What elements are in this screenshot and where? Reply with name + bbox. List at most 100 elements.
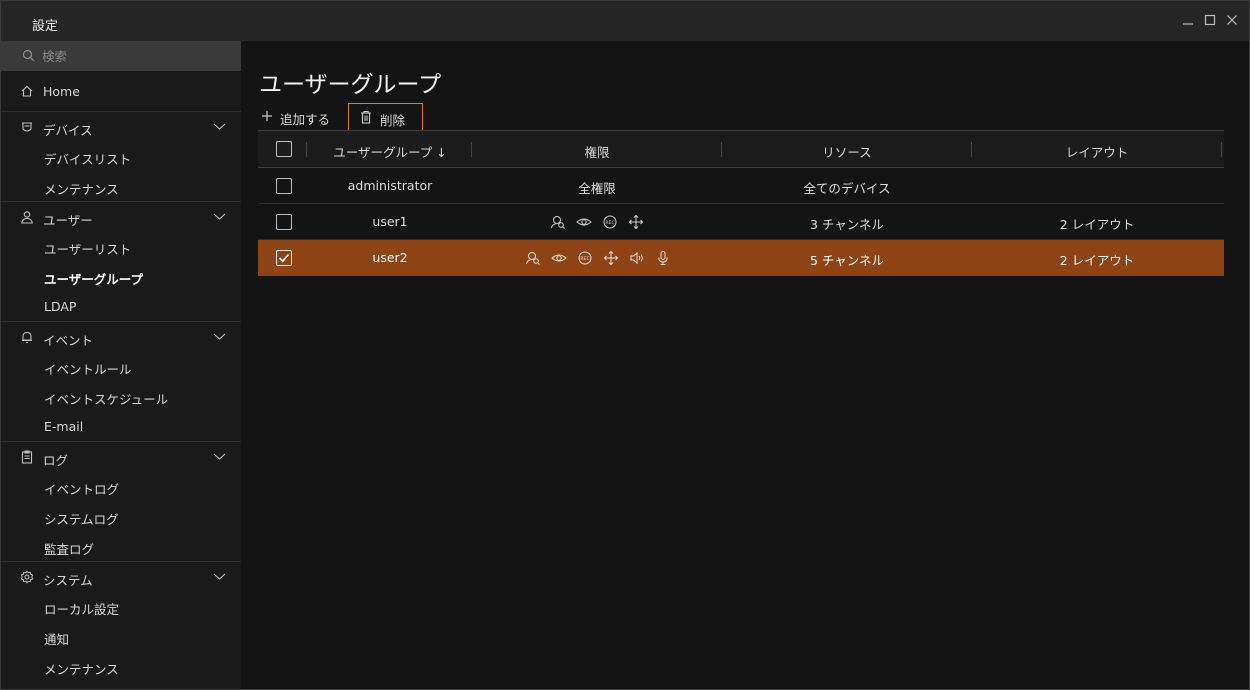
sidebar-item-system-maintenance[interactable]: メンテナンス [1, 651, 241, 681]
microphone-icon [655, 250, 671, 266]
cell-group: administrator [347, 178, 433, 193]
sidebar-section-system[interactable]: システム [1, 561, 241, 591]
column-header-resource[interactable]: リソース [722, 142, 972, 161]
column-divider [306, 142, 307, 157]
eye-icon [576, 214, 592, 230]
column-header-group[interactable]: ユーザーグループ ↓ [314, 142, 466, 161]
sidebar-item-label: Home [43, 84, 80, 99]
sidebar-item-local-settings[interactable]: ローカル設定 [1, 591, 241, 621]
sidebar-section-event[interactable]: イベント [1, 321, 241, 351]
sidebar-section-label: ログ [43, 453, 69, 468]
cell-permission: 全権限 [578, 181, 616, 196]
add-button[interactable]: 追加する [258, 103, 338, 131]
sidebar-section-device[interactable]: デバイス [1, 111, 241, 141]
search-icon [22, 49, 35, 62]
cell-resource: 5 チャンネル [809, 253, 885, 268]
sidebar-item-user-list[interactable]: ユーザーリスト [1, 231, 241, 261]
main-content: ユーザーグループ 追加する 削除 ユーザーグループ ↓ 権限 リソース レイアウ… [242, 41, 1249, 689]
sidebar-item-device-maintenance[interactable]: メンテナンス [1, 171, 241, 201]
cell-group: user2 [372, 250, 408, 265]
eye-icon [551, 250, 567, 266]
sidebar-item-label: ユーザーリスト [44, 242, 132, 257]
sidebar-item-label: メンテナンス [44, 182, 119, 197]
sidebar-item-event-rule[interactable]: イベントルール [1, 351, 241, 381]
sidebar-item-label: 監査ログ [44, 542, 95, 557]
column-header-permission[interactable]: 権限 [472, 142, 722, 161]
sidebar-item-event-log[interactable]: イベントログ [1, 471, 241, 501]
user-icon [20, 210, 34, 224]
device-icon [20, 120, 34, 134]
select-all-checkbox[interactable] [276, 141, 292, 157]
row-checkbox[interactable] [276, 250, 292, 266]
sidebar-item-label: デバイスリスト [44, 152, 132, 167]
home-icon [20, 84, 34, 98]
table-header: ユーザーグループ ↓ 権限 リソース レイアウト [258, 130, 1224, 168]
svg-text:REC: REC [605, 220, 614, 226]
cell-resource: 3 チャンネル [809, 217, 885, 232]
sidebar-item-system-log[interactable]: システムログ [1, 501, 241, 531]
sidebar-item-label: イベントルール [44, 362, 132, 377]
sidebar-item-label: E-mail [44, 419, 84, 434]
clipboard-icon [20, 450, 34, 464]
sidebar-item-home[interactable]: Home [1, 76, 241, 106]
column-header-layout[interactable]: レイアウト [972, 142, 1222, 161]
column-divider [1221, 142, 1222, 157]
cell-permission: REC [525, 250, 681, 266]
sidebar-section-label: デバイス [43, 123, 93, 138]
cell-layout: 2 レイアウト [1059, 217, 1135, 232]
checkmark-icon [278, 253, 290, 263]
cell-permission: REC [550, 214, 654, 230]
sidebar-section-label: イベント [43, 333, 94, 348]
chevron-down-icon [213, 212, 226, 221]
table-row[interactable]: user1 REC 3 チャンネル 2 レイアウト [258, 204, 1224, 240]
cell-resource: 全てのデバイス [803, 181, 891, 196]
table-row[interactable]: user2 REC 5 チャンネル 2 レイアウト [258, 240, 1224, 276]
sidebar-item-label: イベントスケジュール [44, 392, 169, 407]
search-input[interactable] [42, 41, 232, 71]
close-icon[interactable] [1225, 13, 1239, 27]
delete-button-label: 削除 [380, 113, 406, 128]
window-title: 設定 [32, 19, 59, 34]
cell-group: user1 [372, 214, 408, 229]
sidebar-item-label: システムログ [44, 512, 119, 527]
sidebar-section-label: ユーザー [43, 213, 93, 228]
sidebar-item-user-group[interactable]: ユーザーグループ [1, 261, 241, 291]
move-icon [603, 250, 619, 266]
sidebar-item-audit-log[interactable]: 監査ログ [1, 531, 241, 561]
sidebar-item-email[interactable]: E-mail [1, 411, 241, 441]
search-user-icon [525, 250, 541, 266]
sidebar-item-label: 通知 [44, 632, 70, 647]
sidebar-item-device-list[interactable]: デバイスリスト [1, 141, 241, 171]
gear-icon [20, 570, 34, 584]
bell-icon [20, 330, 34, 344]
row-checkbox[interactable] [276, 178, 292, 194]
sidebar-item-label: ローカル設定 [44, 602, 120, 617]
add-button-label: 追加する [280, 112, 331, 127]
sidebar-item-notification[interactable]: 通知 [1, 621, 241, 651]
chevron-down-icon [213, 572, 226, 581]
minimize-icon[interactable] [1181, 13, 1195, 27]
sidebar-section-user[interactable]: ユーザー [1, 201, 241, 231]
page-title: ユーザーグループ [259, 72, 442, 98]
cell-layout: 2 レイアウト [1059, 253, 1135, 268]
maximize-icon[interactable] [1203, 13, 1217, 27]
rec-icon: REC [577, 250, 593, 266]
sidebar-section-log[interactable]: ログ [1, 441, 241, 471]
sidebar-item-label: ユーザーグループ [44, 272, 144, 287]
sidebar: Home デバイス デバイスリスト メンテナンス ユーザー ユーザーリスト [1, 41, 241, 689]
chevron-down-icon [213, 452, 226, 461]
table-row[interactable]: administrator 全権限 全てのデバイス [258, 168, 1224, 204]
row-checkbox[interactable] [276, 214, 292, 230]
search-box [1, 41, 241, 71]
search-user-icon [550, 214, 566, 230]
svg-text:REC: REC [580, 256, 589, 262]
sidebar-item-event-schedule[interactable]: イベントスケジュール [1, 381, 241, 411]
settings-window: 設定 Home デバイス [0, 0, 1250, 690]
sidebar-item-label: LDAP [44, 299, 77, 314]
trash-icon [361, 110, 371, 124]
sidebar-item-ldap[interactable]: LDAP [1, 291, 241, 321]
delete-button[interactable]: 削除 [348, 103, 423, 131]
plus-icon [262, 111, 272, 121]
speaker-icon [629, 250, 645, 266]
rec-icon: REC [602, 214, 618, 230]
